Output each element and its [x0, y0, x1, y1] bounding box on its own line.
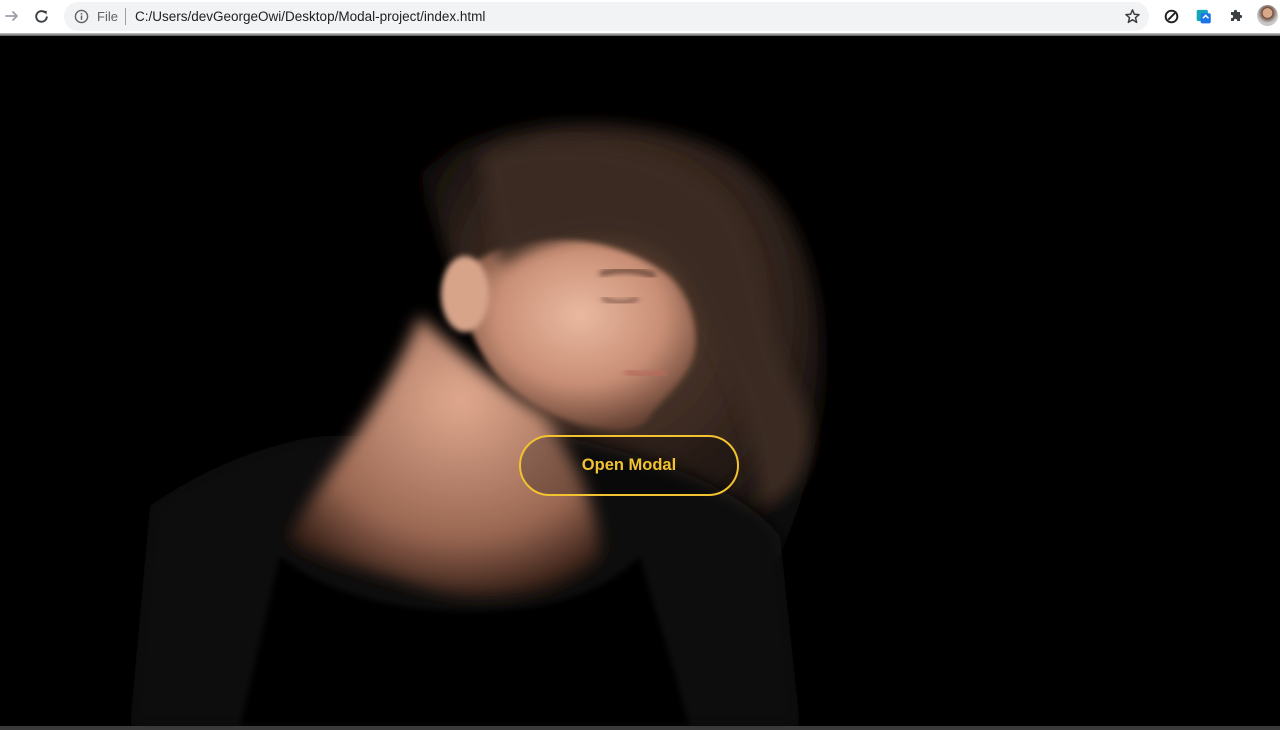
extensions-button[interactable] — [1226, 6, 1246, 26]
omnibox-divider — [125, 8, 126, 25]
sync-icon — [1164, 9, 1178, 23]
background-portrait-image — [0, 36, 1280, 726]
puzzle-icon — [1231, 9, 1243, 21]
page-viewport: Open Modal — [0, 36, 1280, 726]
reload-button[interactable] — [29, 4, 53, 28]
sync-extension-button[interactable] — [1161, 6, 1181, 26]
url-text[interactable]: C:/Users/devGeorgeOwi/Desktop/Modal-proj… — [135, 9, 485, 24]
reload-icon — [34, 9, 48, 23]
address-bar[interactable]: File C:/Users/devGeorgeOwi/Desktop/Modal… — [64, 2, 1149, 31]
window-bottom-edge — [0, 726, 1280, 730]
star-icon[interactable] — [1124, 8, 1141, 25]
file-scheme-label: File — [97, 9, 118, 24]
browser-toolbar: File C:/Users/devGeorgeOwi/Desktop/Modal… — [0, 0, 1280, 33]
forward-button[interactable] — [0, 4, 24, 28]
info-icon[interactable] — [74, 9, 89, 24]
arrow-right-icon — [5, 11, 18, 21]
screenshot-extension-button[interactable] — [1194, 6, 1214, 26]
avatar[interactable] — [1257, 5, 1278, 26]
open-modal-button[interactable]: Open Modal — [519, 435, 739, 496]
screenshot-icon — [1196, 9, 1211, 24]
